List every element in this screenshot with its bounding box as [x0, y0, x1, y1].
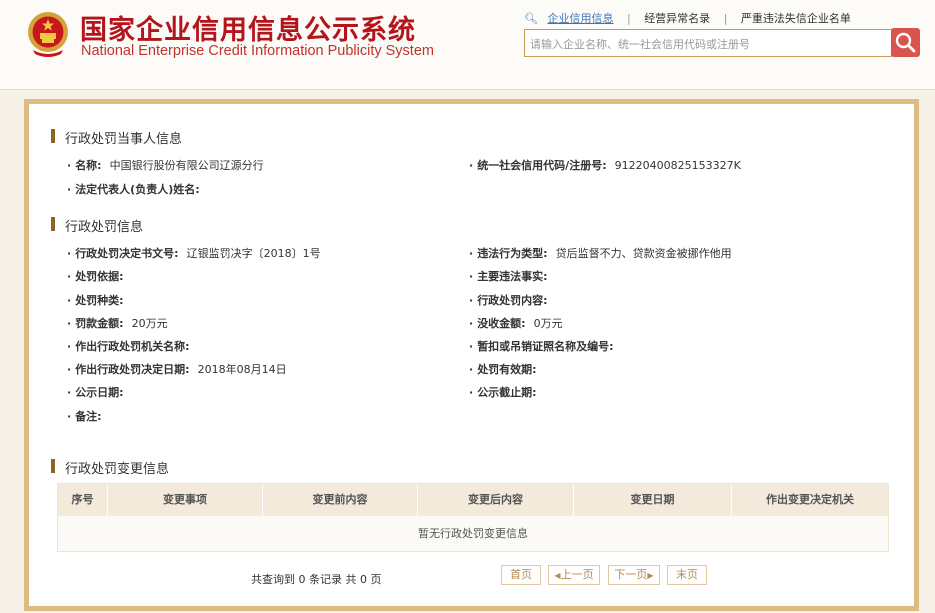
prev-page-button[interactable]: ◀上一页: [548, 565, 600, 585]
validity-label: 处罚有效期:: [477, 363, 537, 376]
header: 国家企业信用信息公示系统 National Enterprise Credit …: [0, 0, 935, 90]
field-decision-date: · 作出行政处罚决定日期: 2018年08月14日: [67, 363, 287, 376]
authority-label: 作出行政处罚机关名称:: [75, 340, 190, 353]
confiscate-value: 0万元: [533, 317, 563, 330]
decision-doc-value: 辽银监罚决字〔2018〕1号: [186, 247, 321, 260]
col-before: 变更前内容: [263, 484, 418, 516]
field-credit-code: · 统一社会信用代码/注册号: 91220400825153327K: [469, 159, 741, 172]
field-penalty-kind: · 处罚种类:: [67, 294, 124, 307]
license-label: 暂扣或吊销证照名称及编号:: [477, 340, 614, 353]
field-penalty-content: · 行政处罚内容:: [469, 294, 548, 307]
publish-end-label: 公示截止期:: [477, 386, 537, 399]
chevron-right-icon: ▶: [647, 571, 654, 580]
penalty-content-label: 行政处罚内容:: [477, 294, 548, 307]
name-value: 中国银行股份有限公司辽源分行: [109, 159, 264, 172]
nav-serious-violation-list[interactable]: 严重违法失信企业名单: [741, 10, 851, 26]
pager-info: 共查询到 0 条记录 共 0 页: [251, 573, 382, 586]
violation-type-value: 贷后监督不力、贷款资金被挪作他用: [555, 247, 732, 260]
magnifier-icon: [895, 32, 916, 53]
decision-doc-label: 行政处罚决定书文号:: [75, 247, 179, 260]
field-fine: · 罚款金额: 20万元: [67, 317, 168, 330]
detail-panel: 行政处罚当事人信息 · 名称: 中国银行股份有限公司辽源分行 · 统一社会信用代码/注…: [24, 99, 919, 611]
search-button[interactable]: [891, 28, 920, 57]
main-facts-label: 主要违法事实:: [477, 270, 548, 283]
field-legal-rep: · 法定代表人(负责人)姓名:: [67, 183, 200, 196]
section-title-penalty: 行政处罚信息: [51, 216, 143, 235]
field-confiscate: · 没收金额: 0万元: [469, 317, 563, 330]
search-input[interactable]: 请输入企业名称、统一社会信用代码或注册号: [524, 29, 892, 57]
field-violation-type: · 违法行为类型: 贷后监督不力、贷款资金被挪作他用: [469, 247, 732, 260]
fine-label: 罚款金额:: [75, 317, 124, 330]
site-title-en: National Enterprise Credit Information P…: [81, 43, 434, 59]
search-icon: 🔍︎: [524, 12, 538, 25]
section-title-changes: 行政处罚变更信息: [51, 458, 169, 477]
field-authority: · 作出行政处罚机关名称:: [67, 340, 190, 353]
nav-divider: |: [626, 12, 631, 25]
credit-code-value: 91220400825153327K: [614, 159, 741, 172]
col-after: 变更后内容: [418, 484, 574, 516]
next-page-button[interactable]: 下一页▶: [608, 565, 660, 585]
first-page-button[interactable]: 首页: [501, 565, 541, 585]
section-title-party: 行政处罚当事人信息: [51, 128, 182, 147]
fine-value: 20万元: [131, 317, 168, 330]
last-page-button[interactable]: 末页: [667, 565, 707, 585]
basis-label: 处罚依据:: [75, 270, 124, 283]
decision-date-label: 作出行政处罚决定日期:: [75, 363, 190, 376]
field-publish-date: · 公示日期:: [67, 386, 124, 399]
field-decision-doc: · 行政处罚决定书文号: 辽银监罚决字〔2018〕1号: [67, 247, 321, 260]
name-label: 名称:: [75, 159, 102, 172]
field-publish-end: · 公示截止期:: [469, 386, 537, 399]
empty-row: 暂无行政处罚变更信息: [58, 516, 888, 551]
field-name: · 名称: 中国银行股份有限公司辽源分行: [67, 159, 264, 172]
field-remark: · 备注:: [67, 410, 102, 423]
publish-date-label: 公示日期:: [75, 386, 124, 399]
nav-divider: |: [723, 12, 728, 25]
col-change-item: 变更事项: [108, 484, 263, 516]
remark-label: 备注:: [75, 410, 102, 423]
prev-page-label: 上一页: [560, 568, 594, 581]
field-main-facts: · 主要违法事实:: [469, 270, 548, 283]
credit-code-label: 统一社会信用代码/注册号:: [477, 159, 607, 172]
site-title: 国家企业信用信息公示系统: [80, 15, 416, 46]
violation-type-label: 违法行为类型:: [477, 247, 548, 260]
penalty-kind-label: 处罚种类:: [75, 294, 124, 307]
legal-rep-label: 法定代表人(负责人)姓名:: [75, 183, 200, 196]
table-header: 序号 变更事项 变更前内容 变更后内容 变更日期 作出变更决定机关: [58, 484, 888, 516]
next-page-label: 下一页: [614, 568, 648, 581]
national-emblem-icon: [28, 12, 68, 57]
col-authority: 作出变更决定机关: [766, 493, 854, 506]
confiscate-label: 没收金额:: [477, 317, 526, 330]
col-change-date: 变更日期: [574, 484, 732, 516]
field-basis: · 处罚依据:: [67, 270, 124, 283]
field-license: · 暂扣或吊销证照名称及编号:: [469, 340, 614, 353]
changes-table: 序号 变更事项 变更前内容 变更后内容 变更日期 作出变更决定机关 暂无行政处罚…: [57, 483, 889, 552]
decision-date-value: 2018年08月14日: [197, 363, 287, 376]
nav-enterprise-credit[interactable]: 企业信用信息: [547, 10, 613, 26]
field-validity: · 处罚有效期:: [469, 363, 537, 376]
top-nav: 🔍︎ 企业信用信息 | 经营异常名录 | 严重违法失信企业名单: [524, 10, 851, 26]
nav-abnormal-list[interactable]: 经营异常名录: [644, 10, 710, 26]
col-index: 序号: [58, 484, 108, 516]
